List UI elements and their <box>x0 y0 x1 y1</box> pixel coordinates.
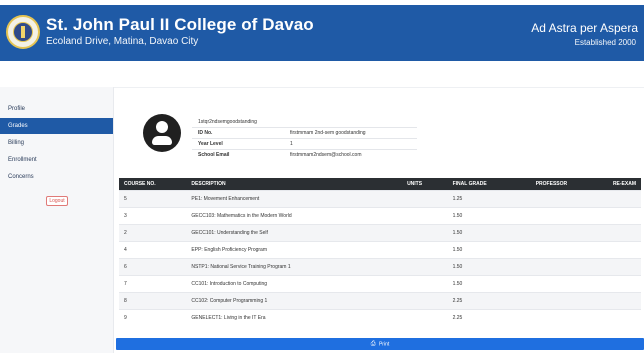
cell-professor <box>530 258 608 276</box>
table-row: 5 PE1: Movement Enhancement 1.25 <box>119 190 641 208</box>
cell-final-grade: 1.50 <box>447 258 531 276</box>
cell-re-exam <box>607 224 641 242</box>
cell-course-no: 7 <box>119 275 187 293</box>
cell-course-no: 6 <box>119 258 187 276</box>
sidebar-item-billing[interactable]: Billing <box>0 135 113 151</box>
cell-units <box>402 207 448 225</box>
col-final-grade: FINAL GRADE <box>447 178 531 191</box>
print-label: Print <box>378 341 390 348</box>
sidebar-item-enrollment[interactable]: Enrollment <box>0 152 113 168</box>
cell-units <box>402 258 448 276</box>
cell-professor <box>530 241 608 259</box>
printer-icon: ⎙ <box>370 341 376 347</box>
sidebar-item-concerns[interactable]: Concerns <box>0 169 113 185</box>
cell-units <box>402 275 448 293</box>
cell-professor <box>530 275 608 293</box>
cell-description: CC101: Introduction to Computing <box>186 275 403 293</box>
cell-re-exam <box>607 292 641 310</box>
sidebar-nav: Profile Grades Billing Enrollment Concer… <box>0 101 113 186</box>
cell-final-grade: 1.50 <box>447 241 531 259</box>
cell-re-exam <box>607 258 641 276</box>
student-username: 1stqr2ndsemgoodstanding <box>198 119 257 125</box>
college-name: St. John Paul II College of Davao <box>46 15 314 34</box>
table-row: 7 CC101: Introduction to Computing 1.50 <box>119 275 641 293</box>
table-row: 2 GECC101: Understanding the Self 1.50 <box>119 224 641 242</box>
table-row: 6 NSTP1: National Service Training Progr… <box>119 258 641 276</box>
cell-re-exam <box>607 275 641 293</box>
cell-final-grade: 2.25 <box>447 292 531 310</box>
cell-course-no: 2 <box>119 224 187 242</box>
cell-description: PE1: Movement Enhancement <box>186 190 403 208</box>
table-row: 9 GENELECT1: Living in the IT Era 2.25 <box>119 309 641 326</box>
main-content: 1stqr2ndsemgoodstanding ID No. firstmmam… <box>116 87 644 353</box>
info-value: firstmmam2ndsem@school.com <box>284 149 417 160</box>
cell-re-exam <box>607 207 641 225</box>
grades-table: COURSE NO. DESCRIPTION UNITS FINAL GRADE… <box>119 178 641 326</box>
col-professor: PROFESSOR <box>530 178 608 191</box>
col-course-no: COURSE NO. <box>119 178 187 191</box>
info-value: firstmmam 2nd-sem goodstanding <box>284 127 417 139</box>
established-year: Established 2000 <box>574 38 636 47</box>
student-info: 1stqr2ndsemgoodstanding ID No. firstmmam… <box>192 117 492 160</box>
college-address: Ecoland Drive, Matina, Davao City <box>46 36 199 47</box>
cell-professor <box>530 190 608 208</box>
sidebar-item-profile[interactable]: Profile <box>0 101 113 117</box>
cell-course-no: 4 <box>119 241 187 259</box>
cell-final-grade: 1.50 <box>447 207 531 225</box>
cell-professor <box>530 309 608 326</box>
college-motto: Ad Astra per Aspera <box>531 21 638 35</box>
col-units: UNITS <box>402 178 448 191</box>
logout-button[interactable]: Logout <box>46 196 68 206</box>
col-description: DESCRIPTION <box>186 178 403 191</box>
cell-final-grade: 1.50 <box>447 275 531 293</box>
cell-re-exam <box>607 190 641 208</box>
cell-final-grade: 1.50 <box>447 224 531 242</box>
info-row-email: School Email firstmmam2ndsem@school.com <box>192 149 417 160</box>
cell-professor <box>530 207 608 225</box>
cell-course-no: 9 <box>119 309 187 326</box>
sidebar-item-grades[interactable]: Grades <box>0 118 113 134</box>
table-row: 4 EPP: English Proficiency Program 1.50 <box>119 241 641 259</box>
cell-units <box>402 224 448 242</box>
college-seal-icon <box>6 15 40 49</box>
sub-header-bar <box>0 61 644 88</box>
print-button[interactable]: ⎙ Print <box>116 338 644 350</box>
cell-re-exam <box>607 241 641 259</box>
grades-header-row: COURSE NO. DESCRIPTION UNITS FINAL GRADE… <box>119 178 641 191</box>
top-header: St. John Paul II College of Davao Ecolan… <box>0 5 644 61</box>
cell-description: EPP: English Proficiency Program <box>186 241 403 259</box>
sidebar: Profile Grades Billing Enrollment Concer… <box>0 87 114 353</box>
info-row-year-level: Year Level 1 <box>192 138 417 150</box>
cell-description: CC102: Computer Programming 1 <box>186 292 403 310</box>
cell-units <box>402 292 448 310</box>
cell-professor <box>530 292 608 310</box>
cell-course-no: 5 <box>119 190 187 208</box>
table-row: 8 CC102: Computer Programming 1 2.25 <box>119 292 641 310</box>
cell-description: GENELECT1: Living in the IT Era <box>186 309 403 326</box>
cell-final-grade: 1.25 <box>447 190 531 208</box>
cell-professor <box>530 224 608 242</box>
cell-description: GECC101: Understanding the Self <box>186 224 403 242</box>
cell-course-no: 8 <box>119 292 187 310</box>
student-details-table: ID No. firstmmam 2nd-sem goodstanding Ye… <box>192 127 417 160</box>
info-key: School Email <box>192 149 284 160</box>
col-re-exam: RE-EXAM <box>607 178 641 191</box>
info-key: Year Level <box>192 138 284 150</box>
cell-course-no: 3 <box>119 207 187 225</box>
info-key: ID No. <box>192 127 284 139</box>
cell-units <box>402 309 448 326</box>
info-value: 1 <box>284 138 417 150</box>
table-row: 3 GECC103: Mathematics in the Modern Wor… <box>119 207 641 225</box>
cell-re-exam <box>607 309 641 326</box>
cell-units <box>402 241 448 259</box>
avatar-icon <box>143 114 181 152</box>
cell-description: NSTP1: National Service Training Program… <box>186 258 403 276</box>
cell-final-grade: 2.25 <box>447 309 531 326</box>
cell-description: GECC103: Mathematics in the Modern World <box>186 207 403 225</box>
info-row-id: ID No. firstmmam 2nd-sem goodstanding <box>192 127 417 139</box>
cell-units <box>402 190 448 208</box>
